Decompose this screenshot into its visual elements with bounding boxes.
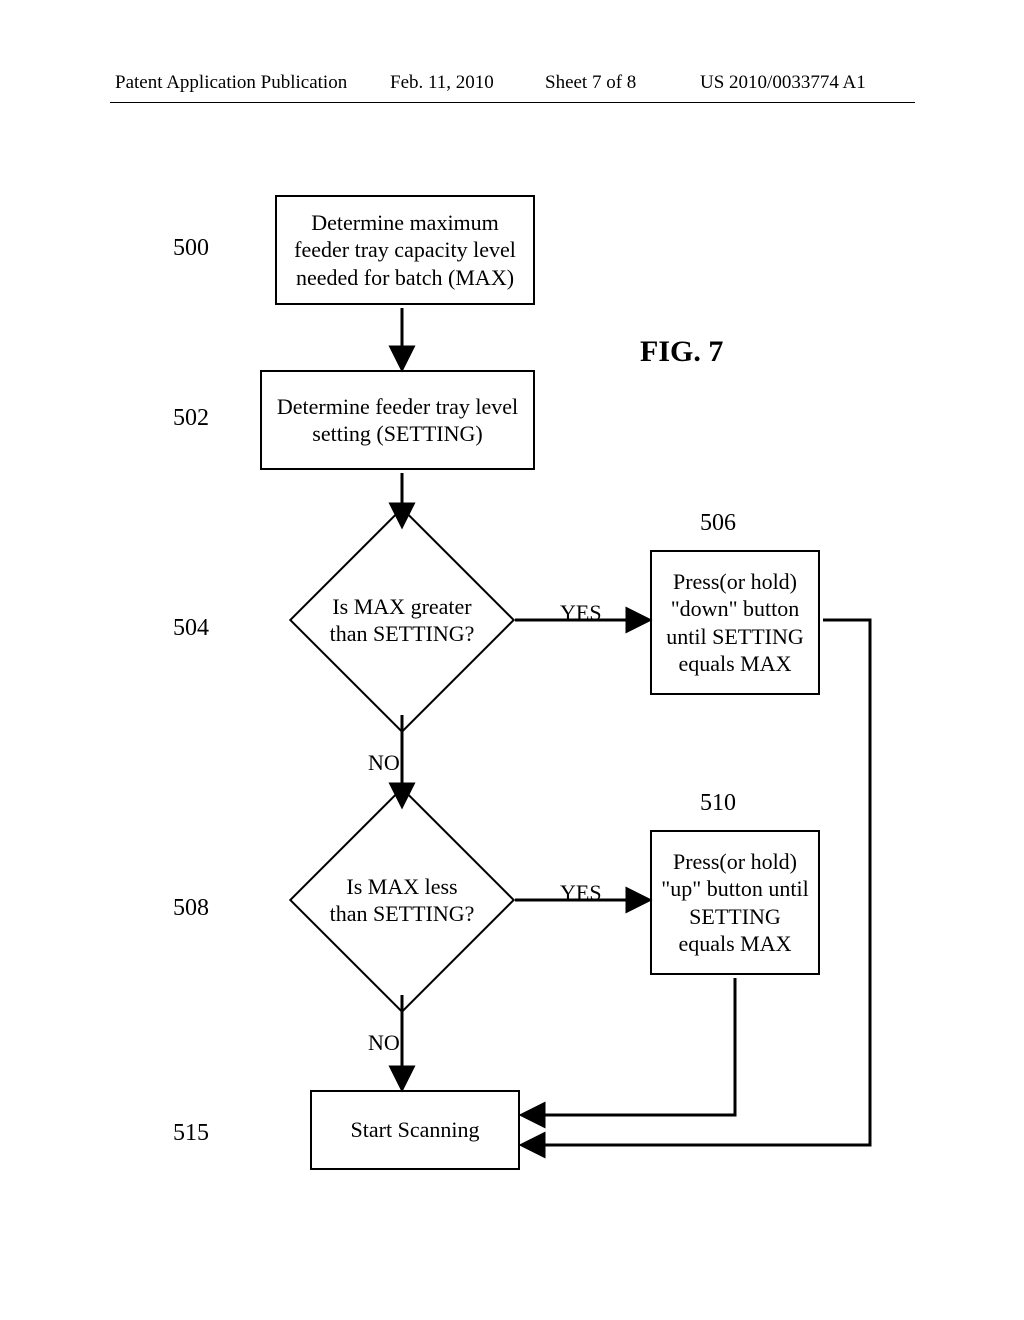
header-pubno: US 2010/0033774 A1 — [700, 72, 866, 94]
node-500: Determine maximum feeder tray capacity l… — [275, 195, 535, 305]
node-504: Is MAX greater than SETTING? — [322, 540, 482, 700]
ref-500: 500 — [173, 235, 209, 262]
ref-502: 502 — [173, 405, 209, 432]
header-rule — [110, 102, 915, 103]
ref-515: 515 — [173, 1120, 209, 1147]
node-506-text: Press(or hold) "down" button until SETTI… — [660, 568, 810, 678]
node-510-text: Press(or hold) "up" button until SETTING… — [660, 848, 810, 958]
node-506: Press(or hold) "down" button until SETTI… — [650, 550, 820, 695]
edge-no-508: NO — [368, 1030, 400, 1056]
node-510: Press(or hold) "up" button until SETTING… — [650, 830, 820, 975]
ref-506: 506 — [700, 510, 736, 537]
edge-yes-504: YES — [560, 600, 602, 626]
header-publication: Patent Application Publication — [115, 72, 347, 94]
node-515-text: Start Scanning — [351, 1116, 480, 1144]
node-508: Is MAX less than SETTING? — [322, 820, 482, 980]
header-sheet: Sheet 7 of 8 — [545, 72, 636, 94]
ref-504: 504 — [173, 615, 209, 642]
node-515: Start Scanning — [310, 1090, 520, 1170]
edge-yes-508: YES — [560, 880, 602, 906]
node-500-text: Determine maximum feeder tray capacity l… — [285, 209, 525, 292]
node-502-text: Determine feeder tray level setting (SET… — [270, 393, 525, 448]
node-502: Determine feeder tray level setting (SET… — [260, 370, 535, 470]
edge-no-504: NO — [368, 750, 400, 776]
ref-508: 508 — [173, 895, 209, 922]
patent-figure-page: Patent Application Publication Feb. 11, … — [0, 0, 1024, 1320]
figure-label: FIG. 7 — [640, 335, 723, 369]
node-504-text: Is MAX greater than SETTING? — [327, 593, 477, 648]
header-date: Feb. 11, 2010 — [390, 72, 494, 94]
node-508-text: Is MAX less than SETTING? — [327, 873, 477, 928]
ref-510: 510 — [700, 790, 736, 817]
